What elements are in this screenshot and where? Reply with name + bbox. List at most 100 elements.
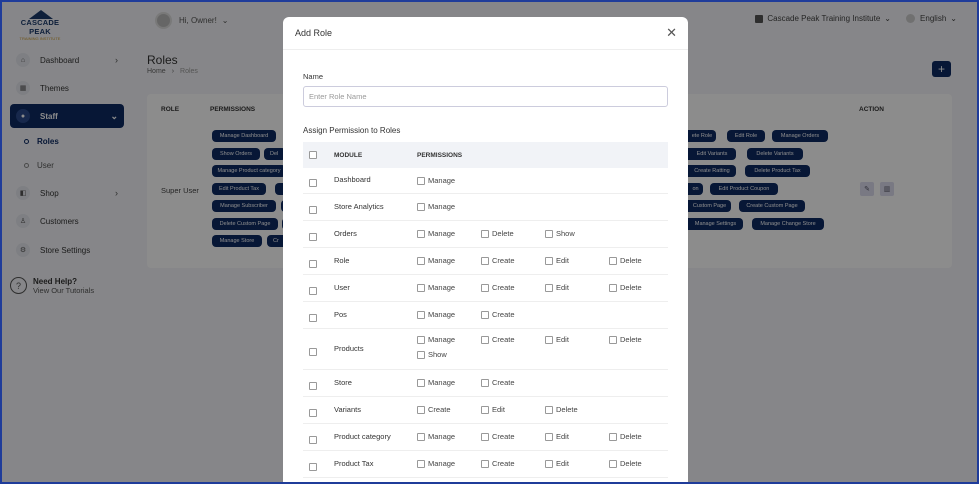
permission-checkbox-edit[interactable]: Edit bbox=[545, 283, 569, 292]
checkbox[interactable] bbox=[545, 256, 553, 265]
row-checkbox[interactable] bbox=[309, 408, 317, 417]
checkbox[interactable] bbox=[481, 310, 489, 319]
permission-row: User Manage Create Edit Delete bbox=[303, 275, 668, 302]
permission-label: Manage bbox=[428, 229, 456, 238]
module-name: Store Analytics bbox=[334, 201, 384, 211]
permission-checkbox-manage[interactable]: Manage bbox=[417, 310, 455, 319]
checkbox[interactable] bbox=[481, 256, 489, 265]
permission-checkbox-manage[interactable]: Manage bbox=[417, 176, 455, 185]
row-checkbox[interactable] bbox=[309, 205, 317, 214]
checkbox[interactable] bbox=[609, 432, 617, 441]
checkbox[interactable] bbox=[481, 335, 489, 344]
name-label: Name bbox=[303, 72, 324, 81]
permission-checkbox-manage[interactable]: Manage bbox=[417, 335, 455, 344]
checkbox[interactable] bbox=[609, 459, 617, 468]
permission-label: Manage bbox=[428, 202, 456, 211]
row-checkbox[interactable] bbox=[309, 462, 317, 471]
permission-checkbox-edit[interactable]: Edit bbox=[545, 335, 569, 344]
permission-label: Delete bbox=[620, 432, 642, 441]
permission-checkbox-delete[interactable]: Delete bbox=[609, 335, 642, 344]
row-checkbox[interactable] bbox=[309, 381, 317, 390]
checkbox[interactable] bbox=[545, 335, 553, 344]
checkbox[interactable] bbox=[545, 405, 553, 414]
checkbox[interactable] bbox=[417, 283, 425, 292]
checkbox[interactable] bbox=[417, 310, 425, 319]
checkbox[interactable] bbox=[417, 405, 425, 414]
permission-checkbox-delete[interactable]: Delete bbox=[481, 229, 514, 238]
checkbox[interactable] bbox=[417, 229, 425, 238]
permission-checkbox-manage[interactable]: Manage bbox=[417, 256, 455, 265]
select-all-checkbox[interactable] bbox=[309, 151, 317, 159]
permission-checkbox-delete[interactable]: Delete bbox=[609, 256, 642, 265]
row-checkbox[interactable] bbox=[309, 286, 317, 295]
row-checkbox[interactable] bbox=[309, 347, 317, 356]
permission-checkbox-edit[interactable]: Edit bbox=[481, 405, 505, 414]
checkbox[interactable] bbox=[481, 432, 489, 441]
assign-permission-label: Assign Permission to Roles bbox=[303, 126, 401, 135]
permission-checkbox-delete[interactable]: Delete bbox=[545, 405, 578, 414]
permission-checkbox-create[interactable]: Create bbox=[481, 256, 515, 265]
checkbox[interactable] bbox=[417, 378, 425, 387]
permission-checkbox-create[interactable]: Create bbox=[481, 335, 515, 344]
permission-checkbox-create[interactable]: Create bbox=[481, 378, 515, 387]
checkbox[interactable] bbox=[481, 405, 489, 414]
permission-checkbox-show[interactable]: Show bbox=[545, 229, 575, 238]
checkbox[interactable] bbox=[481, 378, 489, 387]
checkbox[interactable] bbox=[481, 229, 489, 238]
permission-checkbox-create[interactable]: Create bbox=[481, 459, 515, 468]
permission-checkbox-manage[interactable]: Manage bbox=[417, 432, 455, 441]
permission-label: Create bbox=[492, 432, 515, 441]
role-name-input[interactable] bbox=[303, 86, 668, 107]
permission-checkbox-create[interactable]: Create bbox=[481, 283, 515, 292]
checkbox[interactable] bbox=[545, 459, 553, 468]
permission-checkbox-delete[interactable]: Delete bbox=[609, 432, 642, 441]
module-name: Dashboard bbox=[334, 175, 371, 184]
permission-checkbox-create[interactable]: Create bbox=[417, 405, 451, 414]
row-checkbox[interactable] bbox=[309, 259, 317, 268]
checkbox[interactable] bbox=[545, 229, 553, 238]
row-checkbox[interactable] bbox=[309, 179, 317, 187]
permission-checkbox-delete[interactable]: Delete bbox=[609, 459, 642, 468]
checkbox[interactable] bbox=[609, 283, 617, 292]
checkbox[interactable] bbox=[417, 350, 425, 359]
column-header-permissions: PERMISSIONS bbox=[417, 152, 463, 159]
permission-checkbox-create[interactable]: Create bbox=[481, 432, 515, 441]
permission-checkbox-manage[interactable]: Manage bbox=[417, 229, 455, 238]
checkbox[interactable] bbox=[545, 432, 553, 441]
permission-checkbox-delete[interactable]: Delete bbox=[609, 283, 642, 292]
checkbox[interactable] bbox=[417, 432, 425, 441]
permission-checkbox-manage[interactable]: Manage bbox=[417, 202, 455, 211]
close-icon[interactable]: ✕ bbox=[666, 25, 677, 41]
permission-checkbox-edit[interactable]: Edit bbox=[545, 432, 569, 441]
permission-label: Manage bbox=[428, 176, 456, 185]
permission-label: Create bbox=[428, 405, 451, 414]
permission-checkbox-manage[interactable]: Manage bbox=[417, 283, 455, 292]
permission-label: Manage bbox=[428, 310, 456, 319]
checkbox[interactable] bbox=[545, 283, 553, 292]
permission-label: Edit bbox=[556, 283, 569, 292]
permission-row: Pos Manage Create bbox=[303, 302, 668, 329]
row-checkbox[interactable] bbox=[309, 232, 317, 241]
checkbox[interactable] bbox=[609, 335, 617, 344]
checkbox[interactable] bbox=[417, 256, 425, 265]
checkbox[interactable] bbox=[609, 256, 617, 265]
checkbox[interactable] bbox=[417, 176, 425, 185]
row-checkbox[interactable] bbox=[309, 313, 317, 322]
module-name: Products bbox=[334, 343, 364, 353]
permission-label: Manage bbox=[428, 459, 456, 468]
permission-checkbox-edit[interactable]: Edit bbox=[545, 256, 569, 265]
permission-checkbox-manage[interactable]: Manage bbox=[417, 378, 455, 387]
permission-label: Create bbox=[492, 459, 515, 468]
checkbox[interactable] bbox=[417, 335, 425, 344]
permission-checkbox-edit[interactable]: Edit bbox=[545, 459, 569, 468]
checkbox[interactable] bbox=[417, 459, 425, 468]
permission-label: Delete bbox=[620, 283, 642, 292]
checkbox[interactable] bbox=[481, 459, 489, 468]
row-checkbox[interactable] bbox=[309, 435, 317, 444]
permission-label: Create bbox=[492, 256, 515, 265]
permission-checkbox-show[interactable]: Show bbox=[417, 350, 447, 359]
checkbox[interactable] bbox=[417, 202, 425, 211]
permission-checkbox-manage[interactable]: Manage bbox=[417, 459, 455, 468]
permission-checkbox-create[interactable]: Create bbox=[481, 310, 515, 319]
checkbox[interactable] bbox=[481, 283, 489, 292]
